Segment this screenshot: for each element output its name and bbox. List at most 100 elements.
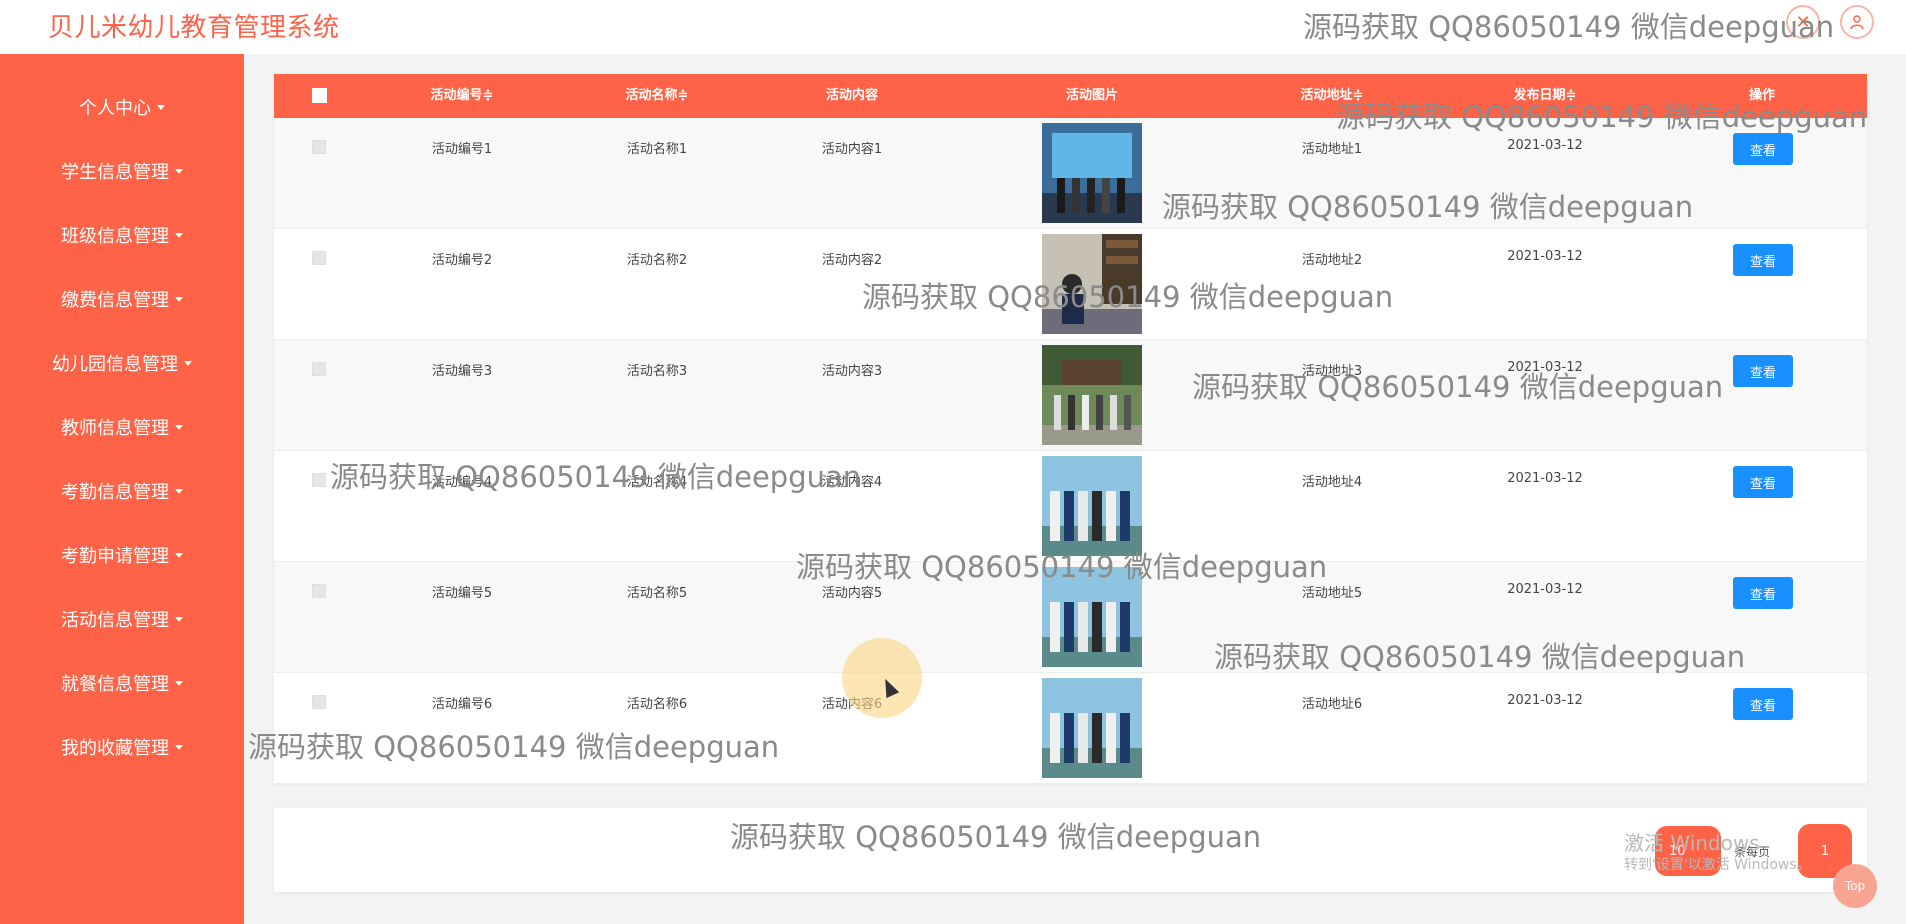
table-header: 活动编号≑ 活动名称≑ 活动内容 活动图片 活动地址≑ 发布日期≑ 操作	[274, 74, 1867, 118]
cell-code: 活动编号4	[431, 475, 493, 490]
chevron-down-icon	[175, 424, 183, 430]
cell-date: 2021-03-12	[1507, 249, 1583, 264]
back-to-top-button[interactable]: Top	[1833, 864, 1877, 908]
sidebar-item-attendance[interactable]: 考勤信息管理	[0, 471, 244, 511]
cell-address: 活动地址2	[1301, 253, 1363, 268]
sidebar-item-class[interactable]: 班级信息管理	[0, 215, 244, 255]
activation-title: 激活 Windows	[1624, 831, 1760, 855]
row-checkbox[interactable]	[312, 695, 326, 709]
cell-content: 活动内容2	[821, 253, 883, 268]
sidebar-item-label: 我的收藏管理	[61, 738, 169, 759]
chevron-down-icon	[175, 680, 183, 686]
sidebar-item-attendance-request[interactable]: 考勤申请管理	[0, 535, 244, 575]
sidebar-item-personal-center[interactable]: 个人中心	[0, 87, 244, 127]
sidebar-item-label: 幼儿园信息管理	[52, 354, 178, 375]
sidebar-item-label: 缴费信息管理	[61, 290, 169, 311]
sidebar-item-teacher[interactable]: 教师信息管理	[0, 407, 244, 447]
user-icon-svg	[1850, 15, 1864, 30]
chevron-down-icon	[175, 616, 183, 622]
sidebar-item-label: 学生信息管理	[61, 162, 169, 183]
chevron-down-icon	[175, 552, 183, 558]
cell-address: 活动地址4	[1301, 475, 1363, 490]
activity-photo-stage	[1042, 123, 1142, 223]
top-header: 贝儿米幼儿教育管理系统 ✕	[0, 0, 1906, 54]
activity-photo-group	[1042, 456, 1142, 556]
activity-photo-group	[1042, 678, 1142, 778]
cell-code: 活动编号6	[431, 697, 493, 712]
table-row: 活动编号2 活动名称2 活动内容2 活动地址2 2021-03-12 查看	[274, 229, 1867, 340]
cell-name: 活动名称1	[626, 142, 688, 157]
sidebar-item-label: 班级信息管理	[61, 226, 169, 247]
cell-address: 活动地址3	[1301, 364, 1363, 379]
cell-date: 2021-03-12	[1507, 693, 1583, 708]
cell-address: 活动地址5	[1301, 586, 1363, 601]
cell-code: 活动编号2	[431, 253, 493, 268]
chevron-down-icon	[175, 168, 183, 174]
cell-content: 活动内容5	[821, 586, 883, 601]
cell-code: 活动编号5	[431, 586, 493, 601]
row-checkbox[interactable]	[312, 140, 326, 154]
sidebar-item-student[interactable]: 学生信息管理	[0, 151, 244, 191]
chevron-down-icon	[175, 744, 183, 750]
cell-content: 活动内容3	[821, 364, 883, 379]
view-button[interactable]: 查看	[1733, 688, 1793, 720]
cell-name: 活动名称3	[626, 364, 688, 379]
column-header-actions: 操作	[1748, 88, 1776, 103]
table-row: 活动编号5 活动名称5 活动内容5 活动地址5 2021-03-12 查看	[274, 562, 1867, 673]
column-header-name[interactable]: 活动名称≑	[626, 74, 689, 118]
view-button[interactable]: 查看	[1733, 133, 1793, 165]
row-checkbox[interactable]	[312, 473, 326, 487]
activity-photo-group	[1042, 567, 1142, 667]
cell-address: 活动地址1	[1301, 142, 1363, 157]
activity-image[interactable]	[1042, 345, 1142, 445]
sidebar-item-kindergarten[interactable]: 幼儿园信息管理	[0, 343, 244, 383]
cell-name: 活动名称2	[626, 253, 688, 268]
column-header-date[interactable]: 发布日期≑	[1514, 74, 1577, 118]
sidebar-item-payment[interactable]: 缴费信息管理	[0, 279, 244, 319]
cell-code: 活动编号3	[431, 364, 493, 379]
activity-image[interactable]	[1042, 123, 1142, 223]
view-button[interactable]: 查看	[1733, 355, 1793, 387]
sidebar-item-favorites[interactable]: 我的收藏管理	[0, 727, 244, 767]
sidebar-item-label: 教师信息管理	[61, 418, 169, 439]
activity-image[interactable]	[1042, 234, 1142, 334]
table-row: 活动编号6 活动名称6 活动内容6 活动地址6 2021-03-12 查看	[274, 673, 1867, 784]
activity-table: 活动编号≑ 活动名称≑ 活动内容 活动图片 活动地址≑ 发布日期≑ 操作 活动编…	[274, 74, 1867, 784]
sidebar-item-activity[interactable]: 活动信息管理	[0, 599, 244, 639]
activity-photo-room	[1042, 234, 1142, 334]
row-checkbox[interactable]	[312, 251, 326, 265]
view-button[interactable]: 查看	[1733, 244, 1793, 276]
cell-address: 活动地址6	[1301, 697, 1363, 712]
view-button[interactable]: 查看	[1733, 577, 1793, 609]
view-button[interactable]: 查看	[1733, 466, 1793, 498]
select-all-checkbox[interactable]	[312, 88, 327, 103]
activity-photo-garden	[1042, 345, 1142, 445]
column-header-content: 活动内容	[825, 88, 879, 103]
cell-name: 活动名称5	[626, 586, 688, 601]
column-header-code[interactable]: 活动编号≑	[431, 74, 494, 118]
close-icon[interactable]: ✕	[1786, 5, 1820, 39]
activity-image[interactable]	[1042, 678, 1142, 778]
sidebar-item-label: 个人中心	[79, 98, 151, 119]
user-icon[interactable]	[1840, 5, 1874, 39]
app-title: 贝儿米幼儿教育管理系统	[48, 13, 340, 43]
cell-content: 活动内容1	[821, 142, 883, 157]
row-checkbox[interactable]	[312, 362, 326, 376]
activation-subtitle: 转到'设置'以激活 Windows。	[1624, 857, 1811, 873]
sidebar-item-dining[interactable]: 就餐信息管理	[0, 663, 244, 703]
row-checkbox[interactable]	[312, 584, 326, 598]
sidebar-item-label: 活动信息管理	[61, 610, 169, 631]
table-row: 活动编号1 活动名称1 活动内容1 活动地址1 2021-03-12 查看	[274, 118, 1867, 229]
sidebar-item-label: 考勤申请管理	[61, 546, 169, 567]
sidebar-item-label: 就餐信息管理	[61, 674, 169, 695]
table-row: 活动编号4 活动名称4 活动内容4 活动地址4 2021-03-12 查看	[274, 451, 1867, 562]
chevron-down-icon	[175, 232, 183, 238]
activity-image[interactable]	[1042, 567, 1142, 667]
activity-image[interactable]	[1042, 456, 1142, 556]
chevron-down-icon	[184, 360, 192, 366]
cell-code: 活动编号1	[431, 142, 493, 157]
cell-date: 2021-03-12	[1507, 138, 1583, 153]
chevron-down-icon	[175, 488, 183, 494]
column-header-address[interactable]: 活动地址≑	[1301, 74, 1364, 118]
table-row: 活动编号3 活动名称3 活动内容3 活动地址3 2021-03-12 查看	[274, 340, 1867, 451]
